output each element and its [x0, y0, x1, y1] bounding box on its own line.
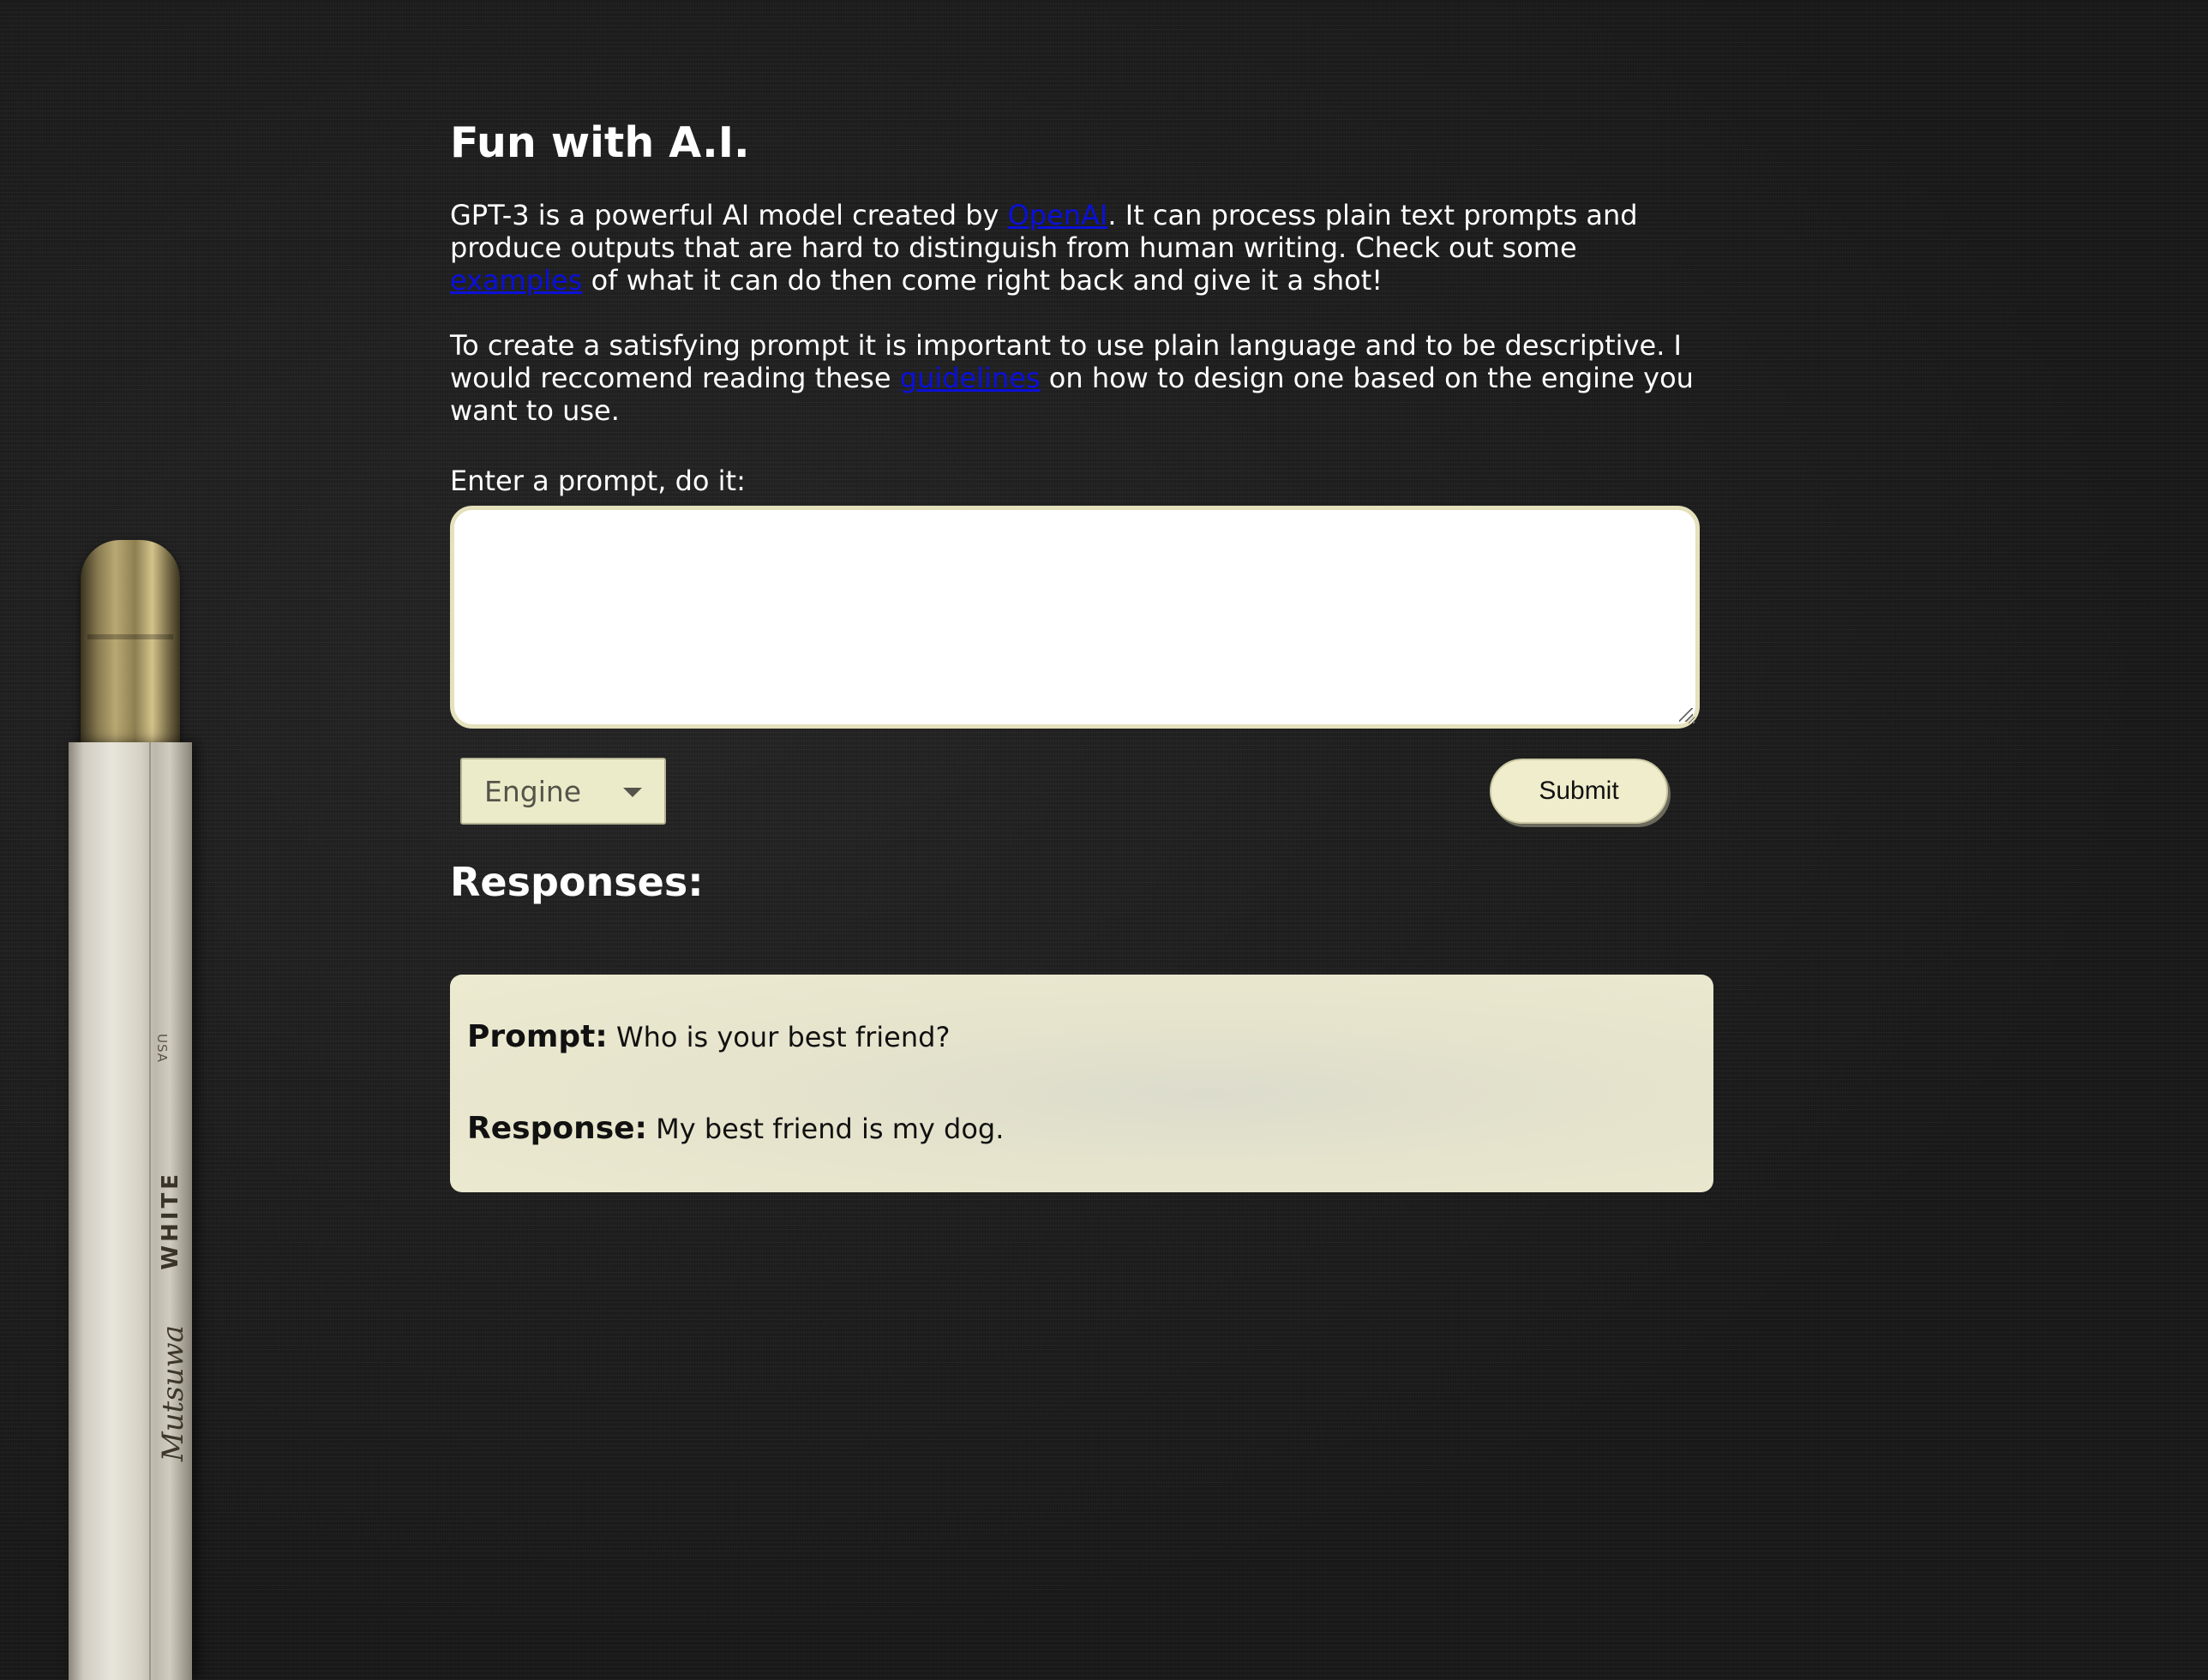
response-text: My best friend is my dog. — [646, 1113, 1005, 1145]
prompt-text: Who is your best friend? — [607, 1021, 951, 1053]
prompt-label: Enter a prompt, do it: — [450, 465, 746, 497]
pencil-imprint-white: WHITE — [158, 1171, 183, 1270]
chevron-down-icon — [623, 788, 642, 797]
submit-button[interactable]: Submit — [1490, 759, 1668, 824]
engine-selected-value: Engine — [484, 774, 582, 808]
intro-text: GPT-3 is a powerful AI model created by — [450, 199, 1008, 231]
intro-paragraph-1: GPT-3 is a powerful AI model created by … — [450, 199, 1710, 297]
intro-text: of what it can do then come right back a… — [582, 264, 1383, 297]
response-prompt-line: Prompt: Who is your best friend? — [467, 1019, 950, 1054]
pencil-body: USA WHITE Mutsuwa — [69, 742, 192, 1680]
pencil-cap — [81, 540, 180, 746]
pencil-photo: USA WHITE Mutsuwa — [69, 540, 192, 1680]
responses-heading: Responses: — [450, 859, 704, 905]
page-title: Fun with A.I. — [450, 118, 750, 167]
guidelines-link[interactable]: guidelines — [900, 362, 1041, 394]
openai-link[interactable]: OpenAI — [1008, 199, 1108, 231]
prompt-textarea[interactable] — [450, 506, 1700, 729]
textarea-resize-handle[interactable] — [1679, 708, 1693, 722]
response-label-bold: Response: — [467, 1111, 647, 1146]
response-answer-line: Response: My best friend is my dog. — [467, 1111, 1004, 1146]
prompt-label-bold: Prompt: — [467, 1019, 608, 1054]
pencil-imprint-brand: Mutsuwa — [156, 1325, 190, 1462]
examples-link[interactable]: examples — [450, 264, 582, 297]
intro-paragraph-2: To create a satisfying prompt it is impo… — [450, 329, 1710, 427]
engine-select[interactable]: Engine — [460, 758, 666, 825]
pencil-imprint-usa: USA — [154, 1034, 170, 1064]
response-card: Prompt: Who is your best friend? Respons… — [450, 975, 1713, 1192]
